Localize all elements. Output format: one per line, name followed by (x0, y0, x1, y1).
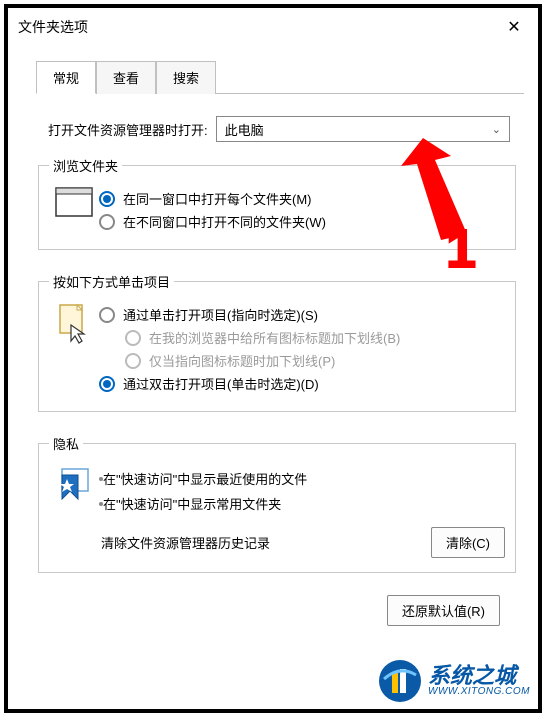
radio-label: 在不同窗口中打开不同的文件夹(W) (123, 212, 326, 231)
radio-same-window[interactable]: 在同一窗口中打开每个文件夹(M) (99, 189, 505, 208)
radio-new-window[interactable]: 在不同窗口中打开不同的文件夹(W) (99, 212, 505, 231)
checkbox-label: 在"快速访问"中显示最近使用的文件 (103, 469, 307, 488)
watermark-url: WWW.XITONG.COM (428, 687, 530, 698)
open-explorer-dropdown[interactable]: 此电脑 ⌄ (216, 116, 510, 142)
window-icon (49, 185, 99, 217)
pointer-document-icon (49, 301, 99, 345)
restore-defaults-button[interactable]: 还原默认值(R) (387, 595, 500, 626)
watermark-text: 系统之城 (428, 664, 530, 687)
checkbox-label: 在"快速访问"中显示常用文件夹 (103, 494, 281, 513)
restore-row: 还原默认值(R) (36, 595, 500, 626)
radio-icon (99, 376, 115, 392)
checkbox-frequent-folders[interactable]: 在"快速访问"中显示常用文件夹 (99, 494, 505, 513)
browse-folders-legend: 浏览文件夹 (49, 156, 122, 175)
tab-strip: 常规 查看 搜索 (36, 60, 538, 93)
clear-button[interactable]: 清除(C) (431, 527, 505, 558)
titlebar: 文件夹选项 ✕ (8, 8, 538, 46)
dialog-title: 文件夹选项 (18, 17, 88, 37)
open-explorer-label: 打开文件资源管理器时打开: (48, 120, 208, 139)
radio-label: 通过双击打开项目(单击时选定)(D) (123, 374, 319, 393)
radio-icon (125, 330, 141, 346)
radio-label: 通过单击打开项目(指向时选定)(S) (123, 305, 318, 324)
radio-underline-point: 仅当指向图标标题时加下划线(P) (125, 351, 505, 370)
clear-history-row: 清除文件资源管理器历史记录 清除(C) (101, 527, 505, 558)
radio-label: 仅当指向图标标题时加下划线(P) (149, 351, 335, 370)
radio-underline-all: 在我的浏览器中给所有图标标题加下划线(B) (125, 328, 505, 347)
radio-icon (99, 191, 115, 207)
tab-search[interactable]: 搜索 (156, 61, 216, 94)
radio-double-click[interactable]: 通过双击打开项目(单击时选定)(D) (99, 374, 505, 393)
browse-folders-group: 浏览文件夹 在同一窗口中打开每个文件夹(M) 在不同窗口中打开不同的文 (38, 156, 516, 250)
clear-history-label: 清除文件资源管理器历史记录 (101, 533, 270, 552)
close-button[interactable]: ✕ (500, 13, 528, 41)
watermark-logo-icon (378, 659, 422, 703)
radio-label: 在我的浏览器中给所有图标标题加下划线(B) (149, 328, 400, 347)
tab-general[interactable]: 常规 (36, 61, 96, 94)
radio-label: 在同一窗口中打开每个文件夹(M) (123, 189, 312, 208)
chevron-down-icon: ⌄ (492, 123, 501, 136)
radio-single-click[interactable]: 通过单击打开项目(指向时选定)(S) (99, 305, 505, 324)
tab-view[interactable]: 查看 (96, 61, 156, 94)
open-explorer-row: 打开文件资源管理器时打开: 此电脑 ⌄ (48, 116, 520, 142)
radio-icon (99, 307, 115, 323)
privacy-group: 隐私 在"快速访问"中显示最近使用的文件 在 (38, 434, 516, 573)
radio-icon (99, 214, 115, 230)
open-explorer-value: 此电脑 (225, 120, 264, 139)
watermark: 系统之城 WWW.XITONG.COM (378, 659, 530, 703)
folder-options-dialog: 文件夹选项 ✕ 常规 查看 搜索 打开文件资源管理器时打开: 此电脑 ⌄ 浏览文… (4, 4, 542, 713)
close-icon: ✕ (507, 17, 520, 37)
radio-icon (125, 353, 141, 369)
click-items-group: 按如下方式单击项目 通过单击打开项目(指向时选定)(S) (38, 272, 516, 412)
click-items-legend: 按如下方式单击项目 (49, 272, 174, 291)
tab-content-general: 打开文件资源管理器时打开: 此电脑 ⌄ 浏览文件夹 在同一窗口中打开每 (8, 94, 538, 626)
privacy-legend: 隐私 (49, 434, 83, 453)
quick-access-icon (49, 463, 99, 501)
checkbox-recent-files[interactable]: 在"快速访问"中显示最近使用的文件 (99, 469, 505, 488)
